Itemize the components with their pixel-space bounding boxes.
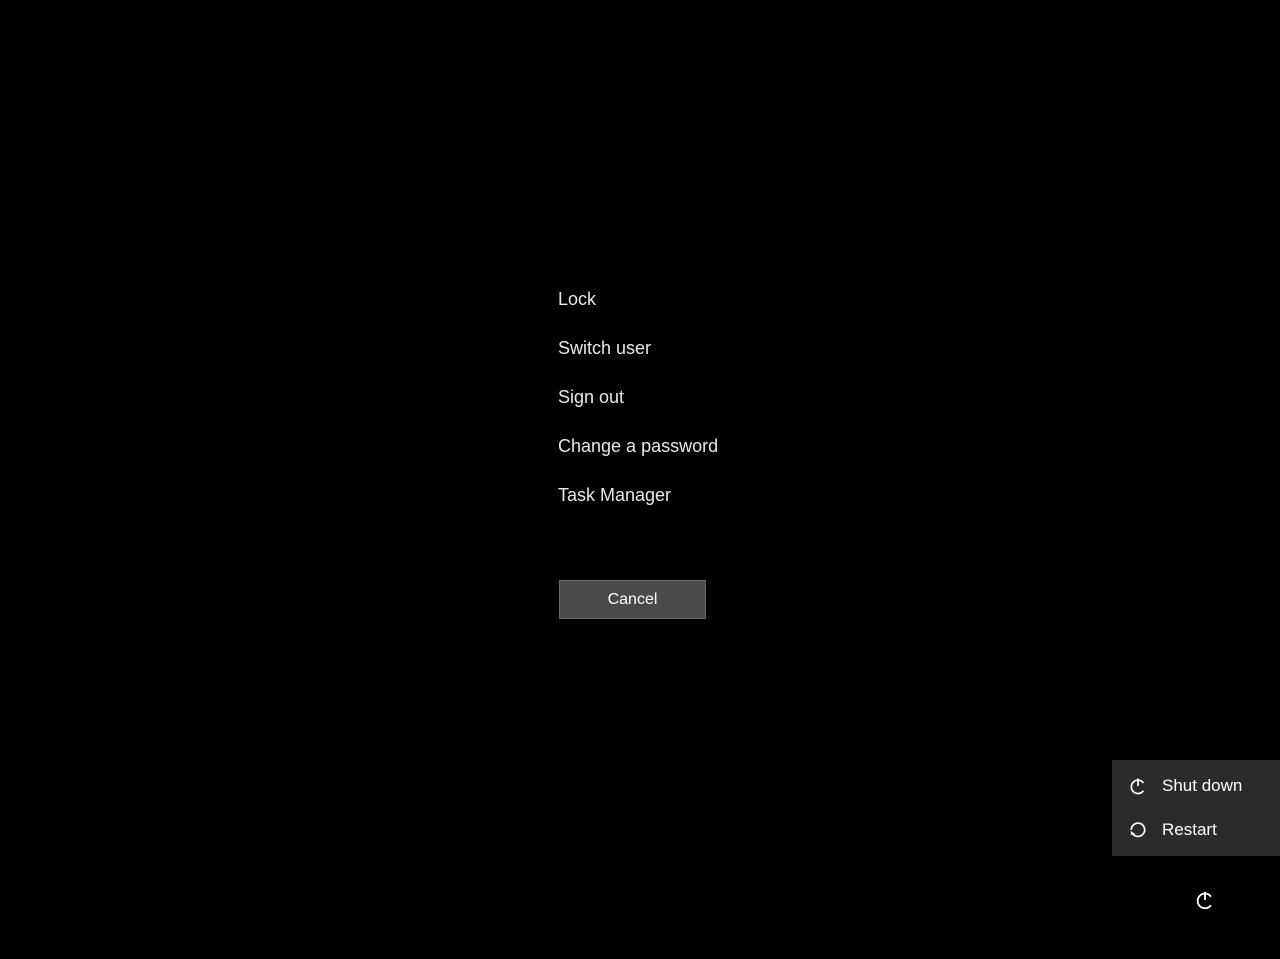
power-button[interactable] — [1194, 889, 1216, 911]
power-menu: Shut down Restart — [1112, 760, 1280, 856]
sign-out-option[interactable]: Sign out — [558, 373, 718, 422]
task-manager-option[interactable]: Task Manager — [558, 471, 718, 520]
cancel-button[interactable]: Cancel — [559, 580, 706, 619]
change-password-option[interactable]: Change a password — [558, 422, 718, 471]
restart-icon — [1128, 820, 1148, 840]
power-icon — [1128, 776, 1148, 796]
switch-user-option[interactable]: Switch user — [558, 324, 718, 373]
power-icon — [1194, 889, 1216, 911]
restart-option[interactable]: Restart — [1112, 808, 1280, 852]
security-options-menu: Lock Switch user Sign out Change a passw… — [558, 275, 718, 520]
shut-down-option[interactable]: Shut down — [1112, 764, 1280, 808]
shut-down-label: Shut down — [1162, 776, 1242, 796]
restart-label: Restart — [1162, 820, 1217, 840]
lock-option[interactable]: Lock — [558, 275, 718, 324]
